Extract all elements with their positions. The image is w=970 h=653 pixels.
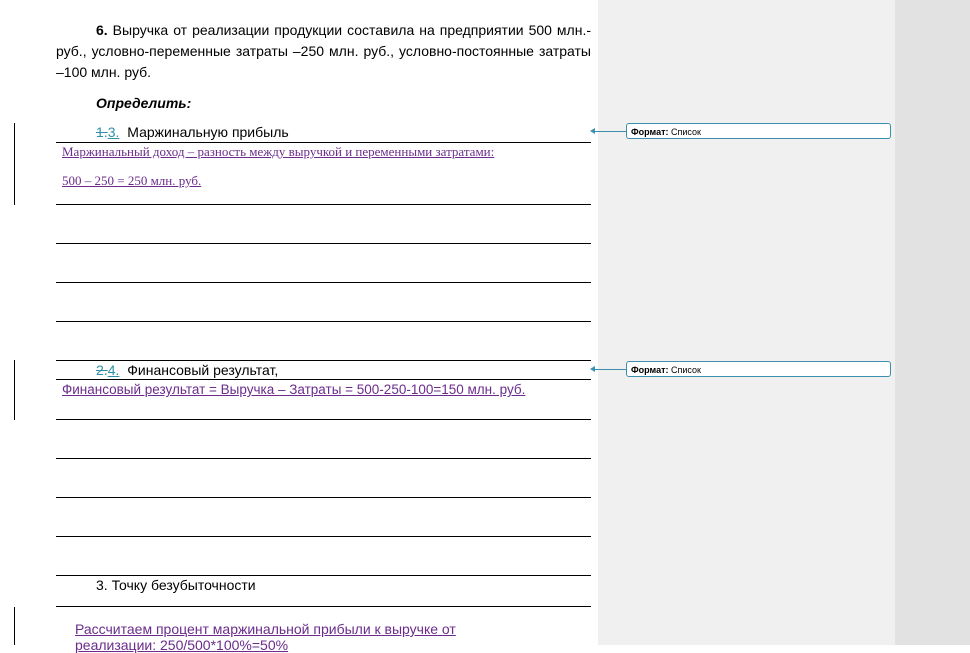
answer-line (56, 204, 591, 205)
answer-line (56, 321, 591, 322)
deleted-number: 1. (96, 124, 108, 140)
problem-paragraph: 6. Выручка от реализации продукции соста… (56, 20, 591, 83)
answer-line (56, 282, 591, 283)
inserted-answer-text[interactable]: Маржинальный доход – разность между выру… (62, 144, 494, 160)
item-3[interactable]: 3. Точку безубыточности (96, 577, 256, 593)
item-label: Финансовый результат, (127, 362, 279, 378)
format-balloon[interactable]: Формат: Список (626, 361, 891, 377)
problem-text: Выручка от реализации продукции составил… (56, 22, 591, 80)
answer-line (56, 606, 591, 607)
answer-line (56, 497, 591, 498)
item-label: Точку безубыточности (111, 577, 256, 593)
inserted-answer-text[interactable]: Финансовый результат = Выручка – Затраты… (62, 382, 525, 397)
item-label: Маржинальную прибыль (127, 124, 289, 140)
balloon-connector (594, 131, 626, 132)
determine-heading: Определить: (96, 95, 192, 111)
answer-line (56, 360, 591, 361)
answer-line (56, 243, 591, 244)
scroll-area[interactable] (895, 0, 970, 645)
answer-line (56, 379, 591, 380)
change-bar (14, 360, 15, 420)
markup-pane (598, 0, 895, 645)
change-bar (14, 123, 15, 205)
inserted-number: 3. (107, 124, 120, 140)
problem-number: 6. (96, 22, 108, 38)
inserted-answer-text[interactable]: Рассчитаем процент маржинальной прибыли … (75, 621, 456, 637)
inserted-number: 4. (107, 362, 120, 378)
answer-line (56, 458, 591, 459)
item-1[interactable]: 1.3. Маржинальную прибыль (96, 124, 289, 140)
balloon-value: Список (671, 365, 701, 375)
inserted-answer-text[interactable]: 500 – 250 = 250 млн. руб. (62, 173, 201, 189)
item-number: 3. (96, 577, 108, 593)
answer-line (56, 575, 591, 576)
item-2[interactable]: 2.4. Финансовый результат, (96, 362, 278, 378)
answer-line (56, 536, 591, 537)
document-page: 6. Выручка от реализации продукции соста… (0, 0, 598, 653)
balloon-value: Список (671, 127, 701, 137)
balloon-label: Формат: (631, 127, 669, 137)
inserted-answer-text[interactable]: реализации: 250/500*100%=50% (75, 637, 288, 653)
answer-line (56, 419, 591, 420)
balloon-label: Формат: (631, 365, 669, 375)
change-bar (14, 607, 15, 645)
balloon-connector (594, 369, 626, 370)
answer-line (56, 142, 591, 143)
format-balloon[interactable]: Формат: Список (626, 123, 891, 139)
deleted-number: 2. (96, 362, 108, 378)
